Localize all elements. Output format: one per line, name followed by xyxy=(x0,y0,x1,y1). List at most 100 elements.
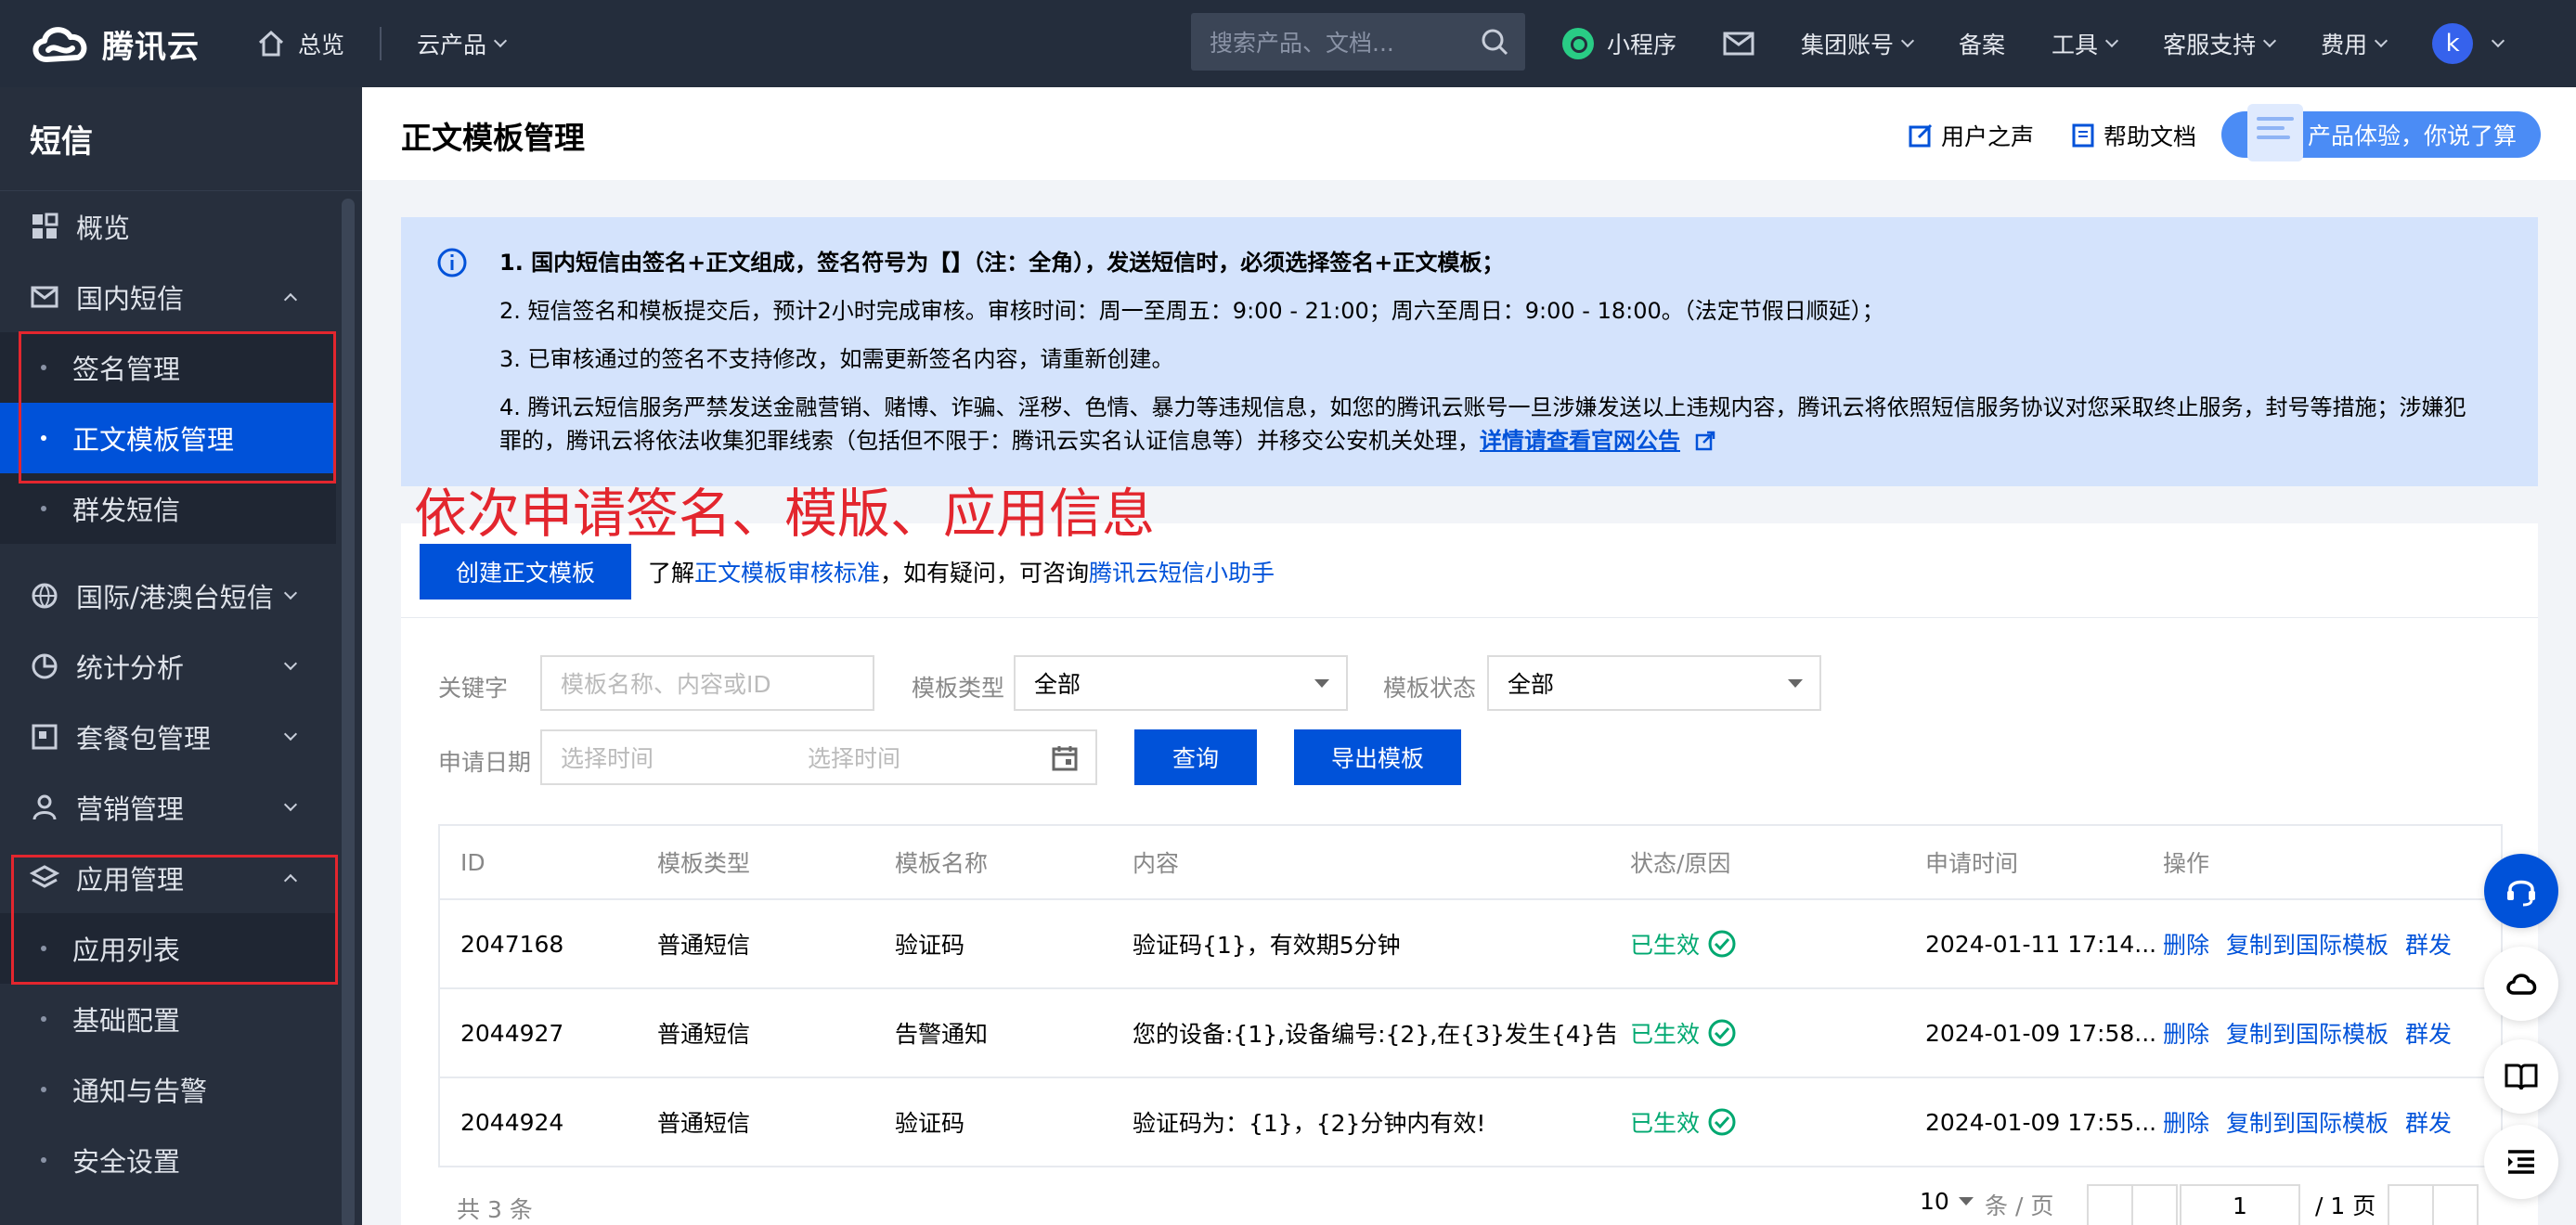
column-header-actions: 操作 xyxy=(2163,850,2210,877)
cell-status: 已生效 xyxy=(1630,989,1737,1077)
delete-link[interactable]: 删除 xyxy=(2163,927,2209,961)
group-account-menu[interactable]: 集团账号 xyxy=(1801,27,1915,60)
export-template-button[interactable]: 导出模板 xyxy=(1294,729,1461,785)
keyword-label: 关键字 xyxy=(438,675,509,702)
prev-page-button[interactable] xyxy=(2131,1184,2178,1225)
sidebar-item-domestic-sms[interactable]: 国内短信 xyxy=(0,262,336,332)
page-size-select[interactable]: 10 xyxy=(1920,1188,1974,1215)
first-page-button[interactable] xyxy=(2087,1184,2133,1225)
column-header-name[interactable]: 模板名称 xyxy=(895,826,988,898)
record-link[interactable]: 备案 xyxy=(1959,27,2005,60)
column-header-status[interactable]: 状态/原因 xyxy=(1630,826,1730,898)
sidebar-title: 短信 xyxy=(0,87,362,191)
column-header-content[interactable]: 内容 xyxy=(1133,826,1179,898)
sidebar-item-international[interactable]: 国际/港澳台短信 xyxy=(0,561,336,631)
sidebar-item-basic-config[interactable]: 基础配置 xyxy=(0,984,336,1054)
hint-prefix: 了解 xyxy=(648,560,695,587)
bulk-send-link[interactable]: 群发 xyxy=(2405,1105,2452,1139)
copy-to-international-link[interactable]: 复制到国际模板 xyxy=(2226,927,2388,961)
sidebar-item-security[interactable]: 安全设置 xyxy=(0,1125,336,1195)
caret-down-icon xyxy=(1314,678,1329,688)
date-range-picker[interactable]: 选择时间 选择时间 xyxy=(540,729,1097,785)
delete-link[interactable]: 删除 xyxy=(2163,1016,2209,1050)
check-circle-icon xyxy=(1708,1108,1736,1136)
last-page-button[interactable] xyxy=(2432,1184,2479,1225)
column-header-type[interactable]: 模板类型 xyxy=(657,826,750,898)
sidebar-item-bulk-sms[interactable]: 群发短信 xyxy=(0,473,336,544)
sidebar-item-marketing[interactable]: 营销管理 xyxy=(0,772,336,843)
column-header-id[interactable]: ID xyxy=(460,826,485,898)
sidebar-item-notifications[interactable]: 通知与告警 xyxy=(0,1054,336,1125)
search-icon[interactable] xyxy=(1479,26,1510,58)
billing-menu[interactable]: 费用 xyxy=(2321,27,2388,60)
chevron-down-icon xyxy=(283,727,298,741)
sidebar: 短信 概览 国内短信 签名管理 正文模板管理 群发短信 国际/港澳台短信 统计分… xyxy=(0,87,362,1225)
date-end-input[interactable]: 选择时间 xyxy=(808,741,900,774)
total-count: 共 3 条 xyxy=(457,1196,533,1223)
user-voice-link[interactable]: 用户之声 xyxy=(1908,119,2034,152)
status-text: 已生效 xyxy=(1630,1021,1701,1048)
page-number-input[interactable]: 1 xyxy=(2180,1184,2300,1225)
copy-to-international-link[interactable]: 复制到国际模板 xyxy=(2226,1016,2388,1050)
toolbar-hint: 了解正文模板审核标准，如有疑问，可咨询腾讯云短信小助手 xyxy=(648,555,1275,588)
calendar-icon[interactable] xyxy=(1051,744,1079,772)
table-header-row: ID 模板类型 模板名称 内容 状态/原因 申请时间 操作 xyxy=(440,826,2501,900)
bullet-dot xyxy=(41,1016,46,1022)
user-menu[interactable]: k xyxy=(2432,23,2505,64)
bulk-send-link[interactable]: 群发 xyxy=(2405,1016,2452,1050)
record-label: 备案 xyxy=(1959,32,2006,58)
external-edit-icon xyxy=(1909,123,1933,148)
sidebar-item-statistics[interactable]: 统计分析 xyxy=(0,631,336,702)
copy-to-international-link[interactable]: 复制到国际模板 xyxy=(2226,1105,2388,1139)
template-status-label: 模板状态 xyxy=(1383,675,1477,702)
user-voice-label: 用户之声 xyxy=(1941,123,2035,150)
sidebar-item-label: 概览 xyxy=(76,213,131,244)
home-link[interactable]: 总览 xyxy=(255,0,344,87)
mini-program-link[interactable]: 小程序 xyxy=(1562,27,1676,60)
sidebar-item-packages[interactable]: 套餐包管理 xyxy=(0,702,336,772)
announcement-link[interactable]: 详情请查看官网公告 xyxy=(1480,428,1680,454)
message-link[interactable] xyxy=(1723,32,1754,56)
create-template-button[interactable]: 创建正文模板 xyxy=(420,544,631,600)
home-label: 总览 xyxy=(298,32,345,58)
page-size-value: 10 xyxy=(1920,1188,1949,1215)
avatar: k xyxy=(2432,23,2474,64)
cloud-assistant-button[interactable] xyxy=(2484,947,2558,1021)
date-start-input[interactable]: 选择时间 xyxy=(561,741,789,774)
global-search[interactable]: 搜索产品、文档... xyxy=(1191,13,1525,71)
chevron-down-icon xyxy=(2492,33,2505,48)
help-docs-link[interactable]: 帮助文档 xyxy=(2070,119,2196,152)
delete-link[interactable]: 删除 xyxy=(2163,1105,2209,1139)
query-button[interactable]: 查询 xyxy=(1134,729,1257,785)
sidebar-item-overview[interactable]: 概览 xyxy=(0,191,336,262)
keyword-input[interactable]: 模板名称、内容或ID xyxy=(540,655,874,711)
template-status-select[interactable]: 全部 xyxy=(1487,655,1821,711)
review-standard-link[interactable]: 正文模板审核标准 xyxy=(694,560,880,587)
check-circle-icon xyxy=(1708,930,1736,958)
external-link-icon[interactable] xyxy=(1695,431,1715,451)
customer-service-button[interactable] xyxy=(2484,854,2558,928)
bulk-send-link[interactable]: 群发 xyxy=(2405,927,2452,961)
template-type-value: 全部 xyxy=(1034,671,1081,698)
tools-menu[interactable]: 工具 xyxy=(2052,27,2119,60)
user-icon xyxy=(32,794,57,820)
sms-assistant-link[interactable]: 腾讯云短信小助手 xyxy=(1089,560,1275,587)
support-menu[interactable]: 客服支持 xyxy=(2163,27,2277,60)
search-input[interactable]: 搜索产品、文档... xyxy=(1210,25,1479,58)
docs-button[interactable] xyxy=(2484,1039,2558,1114)
tencent-cloud-logo[interactable]: 腾讯云 xyxy=(28,20,241,67)
feedback-button[interactable]: 产品体验，你说了算 xyxy=(2221,104,2541,161)
sidebar-scrollbar[interactable] xyxy=(342,199,355,1225)
cell-content: 验证码为：{1}，{2}分钟内有效! xyxy=(1133,1110,1486,1137)
template-type-select[interactable]: 全部 xyxy=(1014,655,1348,711)
column-header-time[interactable]: 申请时间 xyxy=(1925,826,2018,898)
chevron-up-icon xyxy=(283,292,298,307)
next-page-button[interactable] xyxy=(2388,1184,2434,1225)
cell-content: 验证码{1}，有效期5分钟 xyxy=(1133,932,1401,959)
table-row: 2044924 普通短信 验证码 验证码为：{1}，{2}分钟内有效! 已生效 … xyxy=(440,1078,2501,1167)
help-docs-label: 帮助文档 xyxy=(2104,123,2197,150)
hint-middle: ，如有疑问，可咨询 xyxy=(880,560,1090,587)
sidebar-item-label: 基础配置 xyxy=(72,1005,181,1037)
menu-button[interactable] xyxy=(2484,1125,2558,1199)
cloud-products-menu[interactable]: 云产品 xyxy=(417,0,508,87)
